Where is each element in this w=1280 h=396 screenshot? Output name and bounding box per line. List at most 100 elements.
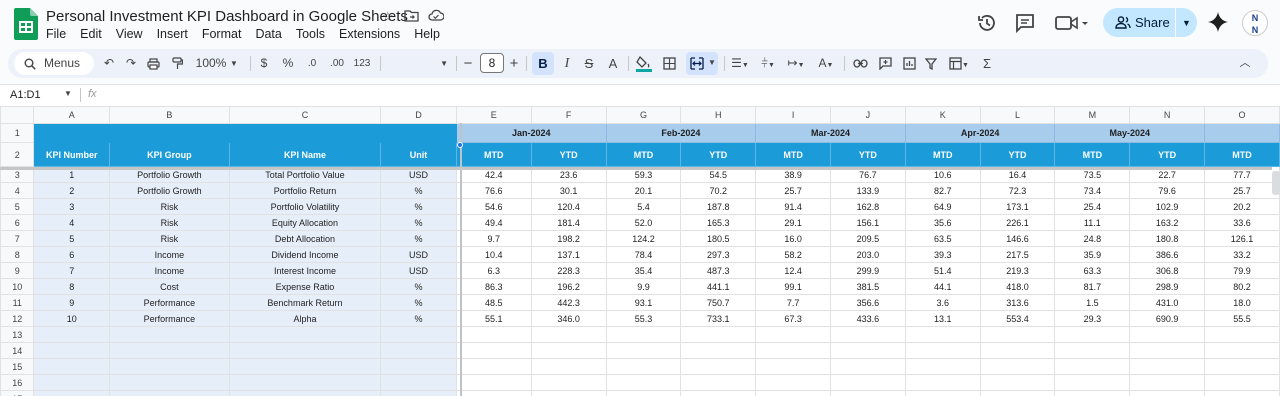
mtd-value-cell[interactable]: 3.6	[904, 294, 981, 311]
mtd-value-cell[interactable]: 35.4	[605, 262, 682, 279]
header-kpi-group[interactable]: KPI Group	[108, 142, 230, 167]
empty-label-cell[interactable]	[33, 326, 110, 343]
column-header-d[interactable]: D	[380, 106, 457, 124]
ytd-value-cell[interactable]: 228.3	[530, 262, 607, 279]
column-header-j[interactable]: J	[830, 106, 906, 124]
empty-label-cell[interactable]	[380, 358, 457, 375]
mtd-value-cell[interactable]: 67.3	[755, 310, 831, 327]
empty-cell[interactable]	[1054, 326, 1131, 343]
ytd-value-cell[interactable]: 442.3	[530, 294, 607, 311]
text-rotation-icon[interactable]: A▼	[814, 49, 838, 78]
month-header[interactable]: Jan-2024	[455, 123, 607, 143]
empty-cell[interactable]	[605, 326, 682, 343]
menu-extensions[interactable]: Extensions	[339, 27, 400, 41]
kpi-group-cell[interactable]: Performance	[108, 294, 230, 311]
kpi-name-cell[interactable]: Interest Income	[228, 262, 382, 279]
ytd-value-cell[interactable]: 79.6	[1129, 182, 1206, 199]
kpi-name-cell[interactable]: Portfolio Volatility	[228, 198, 382, 215]
header-ytd[interactable]: YTD	[530, 142, 607, 167]
empty-cell[interactable]	[680, 342, 757, 359]
unit-cell[interactable]: %	[380, 198, 457, 215]
mtd-value-cell[interactable]: 39.3	[904, 246, 981, 263]
menu-help[interactable]: Help	[414, 27, 440, 41]
empty-cell[interactable]	[1204, 342, 1280, 359]
empty-label-cell[interactable]	[108, 342, 230, 359]
mtd-value-cell[interactable]: 81.7	[1054, 278, 1131, 295]
row-number[interactable]: 10	[0, 278, 35, 295]
empty-label-cell[interactable]	[108, 374, 230, 391]
kpi-name-cell[interactable]: Expense Ratio	[228, 278, 382, 295]
ytd-value-cell[interactable]: 226.1	[979, 214, 1056, 231]
more-formats-button[interactable]: 123	[352, 49, 372, 78]
strikethrough-icon[interactable]: S	[582, 49, 596, 78]
empty-cell[interactable]	[755, 358, 831, 375]
document-title[interactable]: Personal Investment KPI Dashboard in Goo…	[46, 8, 408, 25]
ytd-value-cell[interactable]: 146.6	[979, 230, 1056, 247]
header-mtd[interactable]: MTD	[1054, 142, 1131, 167]
empty-label-cell[interactable]	[380, 326, 457, 343]
mtd-value-cell[interactable]: 49.4	[455, 214, 532, 231]
ytd-value-cell[interactable]: 346.0	[530, 310, 607, 327]
mtd-value-cell[interactable]: 63.5	[904, 230, 981, 247]
kpi-name-cell[interactable]: Alpha	[228, 310, 382, 327]
empty-cell[interactable]	[1054, 390, 1131, 396]
unit-cell[interactable]: %	[380, 230, 457, 247]
row-number[interactable]: 17	[0, 390, 35, 396]
column-header-h[interactable]: H	[680, 106, 757, 124]
ytd-value-cell[interactable]: 181.4	[530, 214, 607, 231]
empty-cell[interactable]	[605, 342, 682, 359]
empty-label-cell[interactable]	[228, 326, 382, 343]
account-avatar[interactable]: N N	[1242, 10, 1268, 36]
empty-label-cell[interactable]	[380, 390, 457, 396]
horizontal-align-icon[interactable]: ☰▼	[728, 49, 752, 78]
mtd-value-cell[interactable]: 79.9	[1204, 262, 1280, 279]
meet-video-icon[interactable]	[1054, 13, 1090, 33]
empty-cell[interactable]	[530, 342, 607, 359]
kpi-name-cell[interactable]: Benchmark Return	[228, 294, 382, 311]
redo-icon[interactable]: ↷	[122, 49, 140, 78]
mtd-value-cell[interactable]: 33.6	[1204, 214, 1280, 231]
mtd-value-cell[interactable]: 6.3	[455, 262, 532, 279]
kpi-number-cell[interactable]: 5	[33, 230, 110, 247]
empty-cell[interactable]	[455, 342, 532, 359]
ytd-value-cell[interactable]: 70.2	[680, 182, 757, 199]
text-color-icon[interactable]: A	[606, 49, 620, 78]
selection-handle[interactable]	[457, 142, 463, 148]
menu-insert[interactable]: Insert	[157, 27, 188, 41]
unit-cell[interactable]: USD	[380, 262, 457, 279]
ytd-value-cell[interactable]: 381.5	[830, 278, 906, 295]
undo-icon[interactable]: ↶	[100, 49, 118, 78]
empty-label-cell[interactable]	[228, 374, 382, 391]
ytd-value-cell[interactable]: 306.8	[1129, 262, 1206, 279]
kpi-group-cell[interactable]: Risk	[108, 214, 230, 231]
ytd-value-cell[interactable]: 209.5	[830, 230, 906, 247]
print-icon[interactable]	[144, 49, 162, 78]
empty-cell[interactable]	[680, 326, 757, 343]
mtd-value-cell[interactable]: 124.2	[605, 230, 682, 247]
empty-cell[interactable]	[455, 374, 532, 391]
ytd-value-cell[interactable]: 165.3	[680, 214, 757, 231]
empty-cell[interactable]	[680, 358, 757, 375]
ytd-value-cell[interactable]: 553.4	[979, 310, 1056, 327]
ytd-value-cell[interactable]: 180.5	[680, 230, 757, 247]
row-number[interactable]: 13	[0, 326, 35, 343]
empty-cell[interactable]	[755, 374, 831, 391]
header-ytd[interactable]: YTD	[979, 142, 1056, 167]
row-number[interactable]: 7	[0, 230, 35, 247]
ytd-value-cell[interactable]: 219.3	[979, 262, 1056, 279]
ytd-value-cell[interactable]: 180.8	[1129, 230, 1206, 247]
empty-cell[interactable]	[904, 342, 981, 359]
ytd-value-cell[interactable]: 162.8	[830, 198, 906, 215]
ytd-value-cell[interactable]: 30.1	[530, 182, 607, 199]
unit-cell[interactable]: %	[380, 294, 457, 311]
ytd-value-cell[interactable]: 297.3	[680, 246, 757, 263]
mtd-value-cell[interactable]: 52.0	[605, 214, 682, 231]
column-header-k[interactable]: K	[904, 106, 981, 124]
header-unit[interactable]: Unit	[380, 142, 457, 167]
gemini-sparkle-icon[interactable]	[1207, 11, 1229, 33]
ytd-value-cell[interactable]: 173.1	[979, 198, 1056, 215]
ytd-value-cell[interactable]: 133.9	[830, 182, 906, 199]
empty-label-cell[interactable]	[33, 342, 110, 359]
kpi-number-cell[interactable]: 6	[33, 246, 110, 263]
menu-tools[interactable]: Tools	[296, 27, 325, 41]
